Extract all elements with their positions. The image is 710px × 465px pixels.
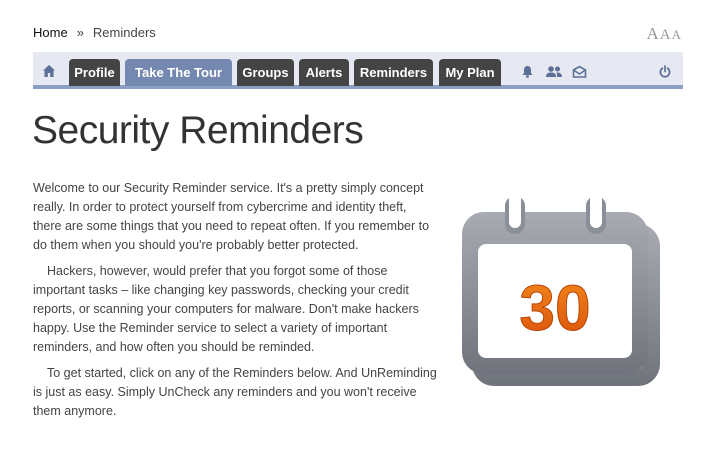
users-icon[interactable] (545, 65, 563, 78)
tab-profile[interactable]: Profile (69, 59, 120, 86)
intro-paragraph-2: Hackers, however, would prefer that you … (33, 264, 419, 354)
tab-groups[interactable]: Groups (237, 59, 294, 86)
power-icon[interactable] (658, 65, 672, 78)
intro-paragraph-3: To get started, click on any of the Remi… (33, 366, 437, 418)
tab-take-the-tour[interactable]: Take The Tour (125, 59, 232, 86)
breadcrumb-home-link[interactable]: Home (33, 25, 68, 40)
bell-icon[interactable] (520, 65, 535, 78)
intro-paragraph-1: Welcome to our Security Reminder service… (33, 181, 430, 252)
envelope-icon[interactable] (572, 65, 587, 78)
calendar-icon: 30 (462, 192, 660, 386)
main-navbar: Profile Take The Tour Groups Alerts Remi… (33, 52, 683, 89)
tab-alerts[interactable]: Alerts (299, 59, 349, 86)
intro-text: Welcome to our Security Reminder service… (33, 179, 438, 428)
text-size-controls: AAA (646, 24, 682, 44)
breadcrumb-separator: » (76, 25, 84, 40)
tab-my-plan[interactable]: My Plan (439, 59, 501, 86)
breadcrumb-current: Reminders (92, 25, 156, 40)
breadcrumb: Home » Reminders (33, 25, 156, 40)
calendar-day-number: 30 (519, 272, 590, 344)
page-title: Security Reminders (32, 109, 364, 152)
text-size-small[interactable]: A (672, 27, 682, 43)
text-size-medium[interactable]: A (660, 27, 672, 44)
tab-reminders[interactable]: Reminders (354, 59, 433, 86)
home-icon[interactable] (42, 64, 56, 78)
text-size-large[interactable]: A (646, 24, 659, 44)
